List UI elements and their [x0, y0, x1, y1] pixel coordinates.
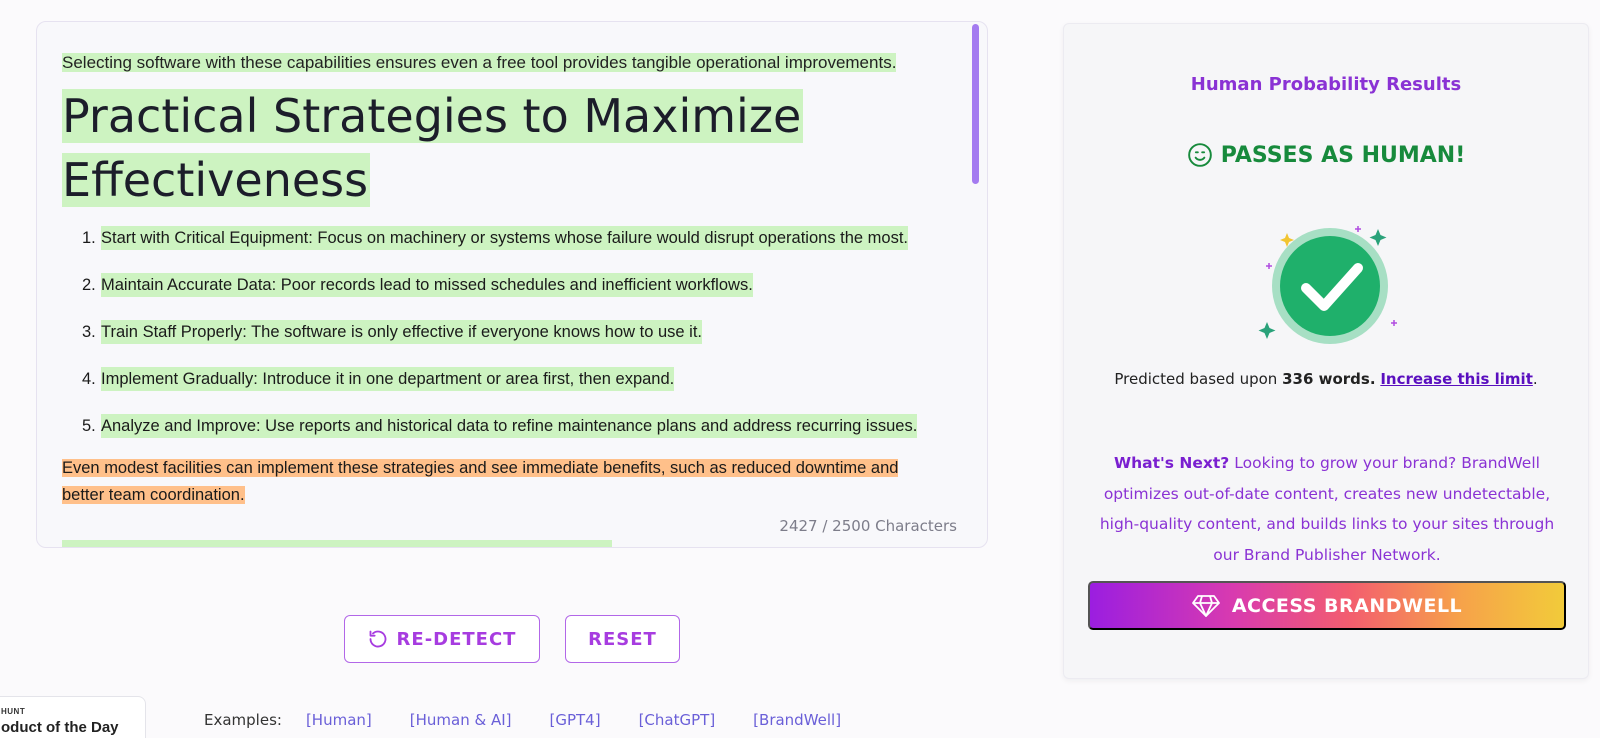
strategy-list: 1. Start with Critical Equipment: Focus o… — [62, 226, 952, 438]
smile-icon — [1187, 143, 1212, 167]
re-detect-button[interactable]: RE-DETECT — [344, 615, 540, 663]
check-badge — [1254, 202, 1404, 352]
refresh-icon — [369, 630, 386, 648]
badge-small-text: HUNT — [1, 707, 26, 716]
example-chatgpt-link[interactable]: [ChatGPT] — [639, 711, 716, 729]
examples-row: Examples: [Human] [Human & AI] [GPT4] [C… — [204, 711, 879, 729]
list-item: 4. Implement Gradually: Introduce it in o… — [82, 367, 952, 391]
section-heading: Practical Strategies to Maximize Effecti… — [62, 89, 804, 207]
predicted-line: Predicted based upon 336 words. Increase… — [1114, 370, 1538, 388]
check-circle-icon — [1258, 226, 1397, 344]
example-gpt4-link[interactable]: [GPT4] — [549, 711, 600, 729]
list-item: 2. Maintain Accurate Data: Poor records l… — [82, 273, 952, 297]
list-item: 5. Analyze and Improve: Use reports and h… — [82, 414, 952, 438]
reset-label: RESET — [588, 628, 657, 650]
word-count: 336 words. — [1282, 370, 1376, 388]
example-human-link[interactable]: [Human] — [306, 711, 372, 729]
diamond-icon — [1191, 594, 1220, 617]
next-line-highlight — [62, 540, 612, 547]
reset-button[interactable]: RESET — [565, 615, 680, 663]
example-brandwell-link[interactable]: [BrandWell] — [753, 711, 841, 729]
editor-content[interactable]: Selecting software with these capabiliti… — [62, 50, 952, 509]
predicted-prefix: Predicted based upon — [1114, 370, 1278, 388]
verdict-text: PASSES AS HUMAN! — [1220, 142, 1466, 168]
access-brandwell-label: ACCESS BRANDWELL — [1231, 594, 1463, 617]
list-item: 1. Start with Critical Equipment: Focus o… — [82, 226, 952, 250]
increase-limit-link[interactable]: Increase this limit — [1380, 370, 1533, 388]
access-brandwell-button[interactable]: ACCESS BRANDWELL — [1088, 581, 1566, 630]
outro-paragraph: Even modest facilities can implement the… — [62, 459, 899, 504]
whats-next-label: What's Next? — [1114, 454, 1230, 472]
results-title: Human Probability Results — [1190, 74, 1462, 95]
results-panel: Human Probability Results PASSES AS HUMA… — [1063, 23, 1589, 679]
examples-label: Examples: — [204, 711, 282, 729]
product-hunt-badge[interactable]: HUNT oduct of the Day — [0, 696, 146, 738]
verdict: PASSES AS HUMAN! — [1064, 142, 1588, 168]
list-item: 3. Train Staff Properly: The software is … — [82, 320, 952, 344]
character-counter: 2427 / 2500 Characters — [779, 517, 957, 535]
example-human-ai-link[interactable]: [Human & AI] — [410, 711, 512, 729]
whats-next-text: What's Next? Looking to grow your brand?… — [1088, 448, 1566, 570]
badge-title: oduct of the Day — [1, 719, 119, 736]
text-editor[interactable]: Selecting software with these capabiliti… — [36, 21, 988, 548]
re-detect-label: RE-DETECT — [396, 628, 517, 650]
intro-paragraph: Selecting software with these capabiliti… — [62, 53, 897, 72]
scrollbar-thumb[interactable] — [972, 24, 979, 184]
